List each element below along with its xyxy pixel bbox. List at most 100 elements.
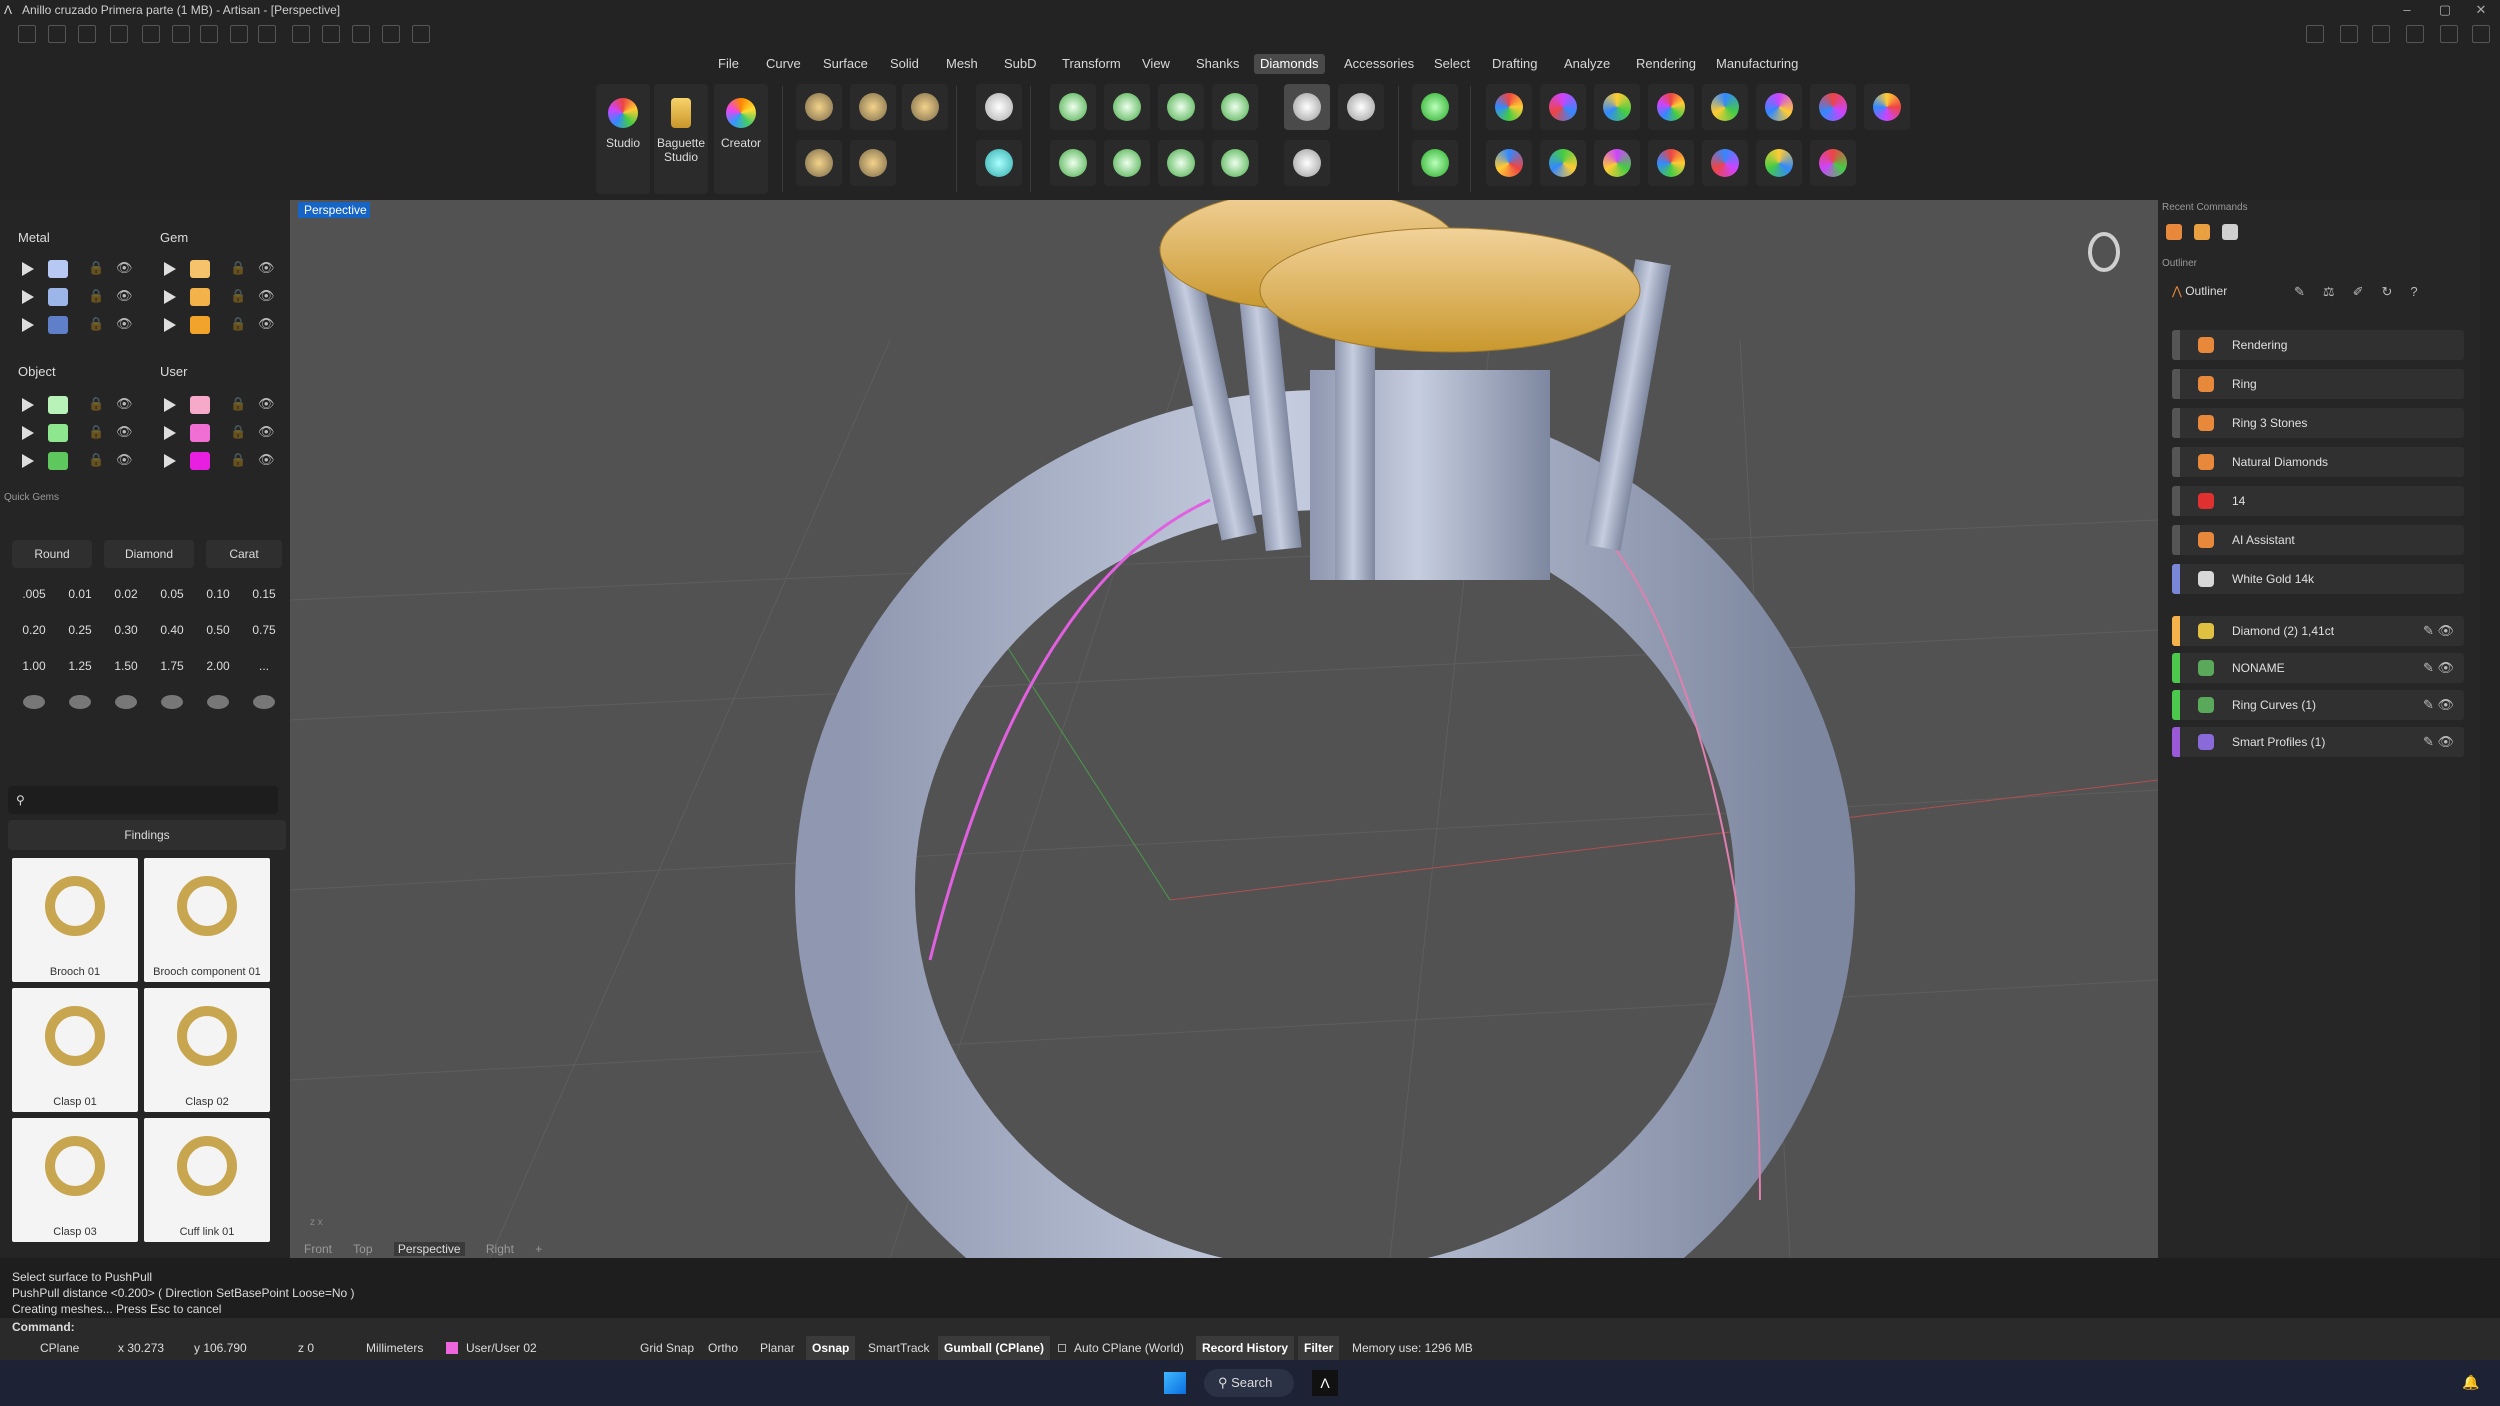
gem-tool-5-icon[interactable] — [1702, 84, 1748, 130]
layer-row-gem[interactable]: 🔒 👁 — [160, 314, 290, 338]
gem-cut-icon[interactable] — [198, 688, 238, 716]
flower-setting-icon[interactable] — [1212, 140, 1258, 186]
play-icon[interactable] — [164, 454, 176, 468]
play-icon[interactable] — [22, 318, 34, 332]
edit-visibility-icons[interactable]: ✎ 👁 — [2423, 616, 2454, 646]
export-icon[interactable] — [258, 25, 276, 43]
pave-auto-icon[interactable] — [1284, 140, 1330, 186]
baguette-studio-button[interactable]: Baguette Studio — [654, 84, 708, 194]
gem-cut-icon[interactable] — [152, 688, 192, 716]
outliner-item[interactable]: Ring 3 Stones — [2172, 408, 2464, 438]
library-item[interactable]: Cuff link 01 — [144, 1118, 270, 1242]
cutter-icon[interactable] — [1412, 84, 1458, 130]
play-icon[interactable] — [164, 426, 176, 440]
tab-top[interactable]: Top — [353, 1242, 372, 1256]
menu-drafting[interactable]: Drafting — [1486, 54, 1544, 74]
edit-visibility-icons[interactable]: ✎ 👁 — [2423, 690, 2454, 720]
outliner-item[interactable]: 14 — [2172, 486, 2464, 516]
gem-size-button[interactable]: 0.50 — [198, 616, 238, 644]
layer-row-user[interactable]: 🔒 👁 — [160, 450, 290, 474]
taskbar-search[interactable]: ⚲ Search — [1204, 1369, 1294, 1397]
round-gem-icon[interactable] — [976, 84, 1022, 130]
gem-size-button[interactable]: 0.02 — [106, 580, 146, 608]
gem-material-diamond-button[interactable]: Diamond — [104, 540, 194, 568]
layer-row-object[interactable]: 🔒 👁 — [18, 422, 148, 446]
gem-shape-round-button[interactable]: Round — [12, 540, 92, 568]
status-grid-snap[interactable]: Grid Snap — [634, 1336, 700, 1360]
status-record-history[interactable]: Record History — [1196, 1336, 1295, 1360]
gem-size-button[interactable]: .005 — [14, 580, 54, 608]
tool-a-icon[interactable] — [292, 25, 310, 43]
play-icon[interactable] — [22, 426, 34, 440]
add-viewport-tab[interactable]: + — [535, 1242, 542, 1256]
eye-icon[interactable]: 👁 — [258, 452, 275, 468]
layer-color-swatch[interactable] — [48, 260, 68, 278]
outliner-layer-row[interactable]: Diamond (2) 1,41ct ✎ 👁 — [2172, 616, 2464, 646]
balance-icon[interactable]: ⚖ — [2323, 284, 2353, 299]
gem-unit-carat-dropdown[interactable]: Carat — [206, 540, 282, 568]
menu-subd[interactable]: SubD — [998, 54, 1043, 74]
gem-tool-6-icon[interactable] — [1756, 84, 1802, 130]
library-item[interactable]: Brooch 01 — [12, 858, 138, 982]
edit-icon[interactable]: ✐ — [2353, 284, 2382, 299]
status-ortho[interactable]: Ortho — [702, 1336, 744, 1360]
gem-cut-icon[interactable] — [14, 688, 54, 716]
help-icon[interactable] — [2406, 25, 2424, 43]
gem-tool-11-icon[interactable] — [1594, 140, 1640, 186]
status-layer[interactable]: User/User 02 — [460, 1336, 543, 1360]
status-planar[interactable]: Planar — [754, 1336, 801, 1360]
gem-tool-13-icon[interactable] — [1702, 140, 1748, 186]
gem-size-button[interactable]: 1.50 — [106, 652, 146, 680]
recent-command-1-icon[interactable] — [2166, 224, 2182, 240]
pave-grid-icon[interactable] — [1338, 84, 1384, 130]
tool-d-icon[interactable] — [382, 25, 400, 43]
cloud-icon[interactable] — [2372, 25, 2390, 43]
menu-analyze[interactable]: Analyze — [1558, 54, 1616, 74]
library-search-input[interactable]: ⚲ — [8, 786, 278, 814]
menu-rendering[interactable]: Rendering — [1630, 54, 1702, 74]
gem-cut-icon[interactable] — [244, 688, 284, 716]
menu-curve[interactable]: Curve — [760, 54, 807, 74]
status-gumball[interactable]: Gumball (CPlane) — [938, 1336, 1051, 1360]
edit-visibility-icons[interactable]: ✎ 👁 — [2423, 727, 2454, 757]
layer-color-swatch[interactable] — [48, 396, 68, 414]
open-folder-icon[interactable] — [110, 25, 128, 43]
tab-perspective-active[interactable]: Perspective — [298, 202, 370, 218]
layer-color-swatch[interactable] — [48, 288, 68, 306]
gem-size-button[interactable]: 0.01 — [60, 580, 100, 608]
outliner-item[interactable]: Rendering — [2172, 330, 2464, 360]
library-item[interactable]: Clasp 02 — [144, 988, 270, 1112]
play-icon[interactable] — [164, 262, 176, 276]
gem-size-button[interactable]: 0.10 — [198, 580, 238, 608]
prong-setting-icon[interactable] — [1050, 84, 1096, 130]
outliner-layer-row[interactable]: Smart Profiles (1) ✎ 👁 — [2172, 727, 2464, 757]
play-icon[interactable] — [164, 398, 176, 412]
layer-row-gem[interactable]: 🔒 👁 — [160, 286, 290, 310]
status-smarttrack[interactable]: SmartTrack — [862, 1336, 936, 1360]
layer-color-swatch[interactable] — [190, 396, 210, 414]
eye-icon[interactable]: 👁 — [116, 288, 133, 304]
layer-color-swatch[interactable] — [190, 424, 210, 442]
lock-icon[interactable]: 🔒 — [88, 452, 104, 468]
bezel-setting-icon[interactable] — [1104, 84, 1150, 130]
menu-view[interactable]: View — [1136, 54, 1176, 74]
auto-cplane-checkbox[interactable] — [1058, 1344, 1066, 1352]
gem-tool-7-icon[interactable] — [1810, 84, 1856, 130]
gems-on-curve-icon[interactable] — [796, 84, 842, 130]
gems-between-curves-icon[interactable] — [850, 84, 896, 130]
play-icon[interactable] — [22, 262, 34, 276]
outliner-item[interactable]: Natural Diamonds — [2172, 447, 2464, 477]
eye-icon[interactable]: 👁 — [258, 396, 275, 412]
eye-icon[interactable]: 👁 — [116, 452, 133, 468]
eye-icon[interactable]: 👁 — [116, 260, 133, 276]
play-icon[interactable] — [164, 290, 176, 304]
gem-size-button[interactable]: 1.25 — [60, 652, 100, 680]
outliner-item[interactable]: White Gold 14k — [2172, 564, 2464, 594]
layer-color-swatch[interactable] — [190, 288, 210, 306]
gem-size-button[interactable]: 0.20 — [14, 616, 54, 644]
layer-row-metal[interactable]: 🔒 👁 — [18, 314, 148, 338]
menu-mesh[interactable]: Mesh — [940, 54, 984, 74]
gems-flow-icon[interactable] — [850, 140, 896, 186]
menu-manufacturing[interactable]: Manufacturing — [1710, 54, 1804, 74]
gem-cut-icon[interactable] — [106, 688, 146, 716]
